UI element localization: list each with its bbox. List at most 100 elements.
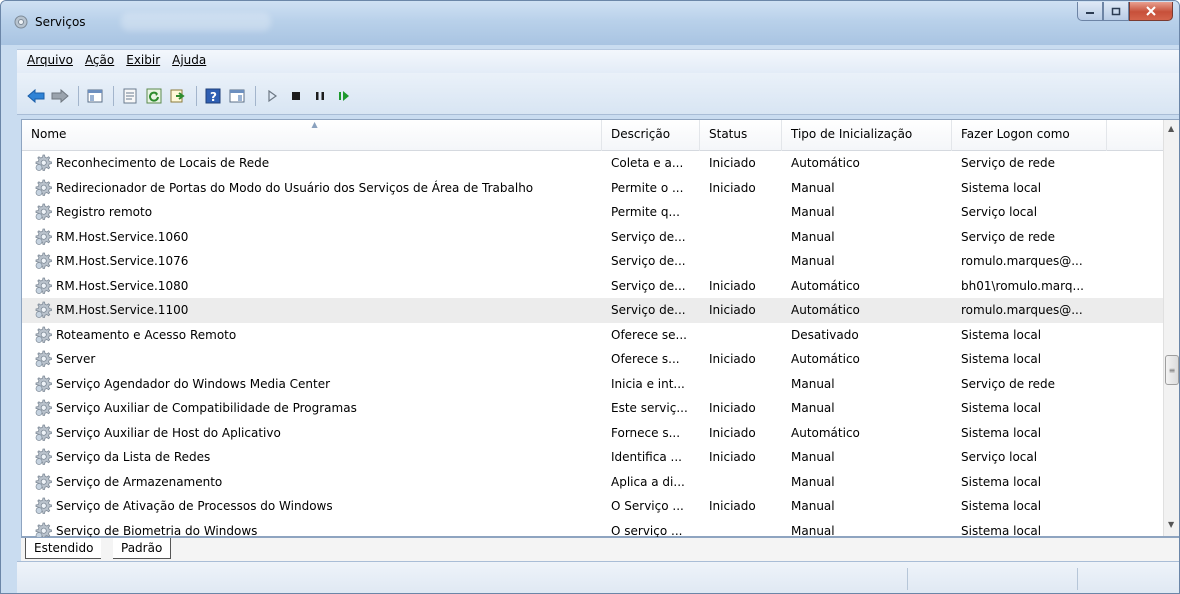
cell-nome: Redirecionador de Portas do Modo do Usuá… (22, 179, 602, 197)
cell-descricao: Permite q... (611, 205, 680, 220)
cell-nome: RM.Host.Service.1080 (22, 277, 602, 295)
show-hide-action-pane-button[interactable] (226, 86, 248, 106)
table-row[interactable]: Roteamento e Acesso Remoto Oferece se... D… (22, 323, 1165, 348)
column-header-status[interactable]: Status (700, 120, 782, 151)
menu-exibir[interactable]: Exibir (120, 51, 166, 71)
table-row[interactable]: Serviço Agendador do Windows Media Cente… (22, 372, 1165, 397)
service-name: Serviço de Armazenamento (56, 474, 223, 489)
cell-descricao: Inicia e int... (611, 376, 685, 391)
status-bar (17, 561, 1179, 593)
view-tabs: Estendido Padrão (21, 537, 1179, 561)
column-header-label: Descrição (611, 127, 671, 141)
service-name: Serviço de Biometria do Windows (56, 523, 258, 538)
table-row[interactable]: Serviço Auxiliar de Host do Aplicativo Fo… (22, 421, 1165, 446)
cell-tipo-inicializacao: Manual (791, 205, 835, 220)
scroll-down-icon[interactable]: ▼ (1168, 520, 1174, 529)
cell-nome: Server (22, 350, 602, 368)
stop-service-button[interactable] (285, 86, 307, 106)
column-header-logon[interactable]: Fazer Logon como (952, 120, 1107, 151)
svg-text:?: ? (210, 90, 217, 104)
pause-service-button[interactable] (309, 86, 331, 106)
column-header-tipo-inicializacao[interactable]: Tipo de Inicialização (782, 120, 952, 151)
cell-logon: Serviço local (961, 450, 1038, 465)
cell-logon: romulo.marques@... (961, 254, 1083, 269)
table-row[interactable]: Server Oferece s... Iniciado Automático Sist… (22, 347, 1165, 372)
cell-status: Iniciado (709, 425, 756, 440)
services-list[interactable]: ▲ Nome Descrição Status Tipo de Iniciali… (21, 119, 1179, 538)
cell-tipo-inicializacao: Manual (791, 450, 835, 465)
column-header-descricao[interactable]: Descrição (602, 120, 700, 151)
cell-nome: RM.Host.Service.1060 (22, 228, 602, 246)
tab-label: Estendido (34, 541, 94, 555)
cell-status: Iniciado (709, 303, 756, 318)
maximize-button[interactable] (1103, 2, 1129, 21)
back-button[interactable] (25, 86, 47, 106)
services-window: Serviços Arquivo Ação Exibir Ajuda ? ▲ N… (0, 0, 1180, 594)
tab-label: Padrão (121, 541, 163, 555)
table-row[interactable]: RM.Host.Service.1080 Serviço de... Iniciad… (22, 274, 1165, 299)
restart-service-button[interactable] (333, 86, 355, 106)
cell-logon: Sistema local (961, 352, 1042, 367)
table-row[interactable]: Reconhecimento de Locais de Rede Coleta e… (22, 151, 1165, 176)
refresh-button[interactable] (143, 86, 165, 106)
table-row[interactable]: RM.Host.Service.1060 Serviço de... Manual S… (22, 225, 1165, 250)
table-row[interactable]: Serviço Auxiliar de Compatibilidade de P… (22, 396, 1165, 421)
table-row[interactable]: Serviço da Lista de Redes Identifica ... I… (22, 445, 1165, 470)
service-name: Server (56, 352, 96, 367)
maximize-icon (1111, 7, 1121, 15)
cell-status: Iniciado (709, 180, 756, 195)
cell-nome: Serviço Auxiliar de Compatibilidade de P… (22, 399, 602, 417)
column-header-label: Nome (31, 127, 67, 141)
scroll-up-icon[interactable]: ▲ (1168, 124, 1174, 133)
cell-logon: bh01\romulo.marq... (961, 278, 1084, 293)
cell-tipo-inicializacao: Manual (791, 401, 835, 416)
toolbar-separator (196, 86, 197, 106)
scrollbar-thumb[interactable]: ≡ (1165, 355, 1179, 385)
help-button[interactable]: ? (202, 86, 224, 106)
cell-descricao: Aplica a di... (611, 474, 685, 489)
table-row[interactable]: Registro remoto Permite q... Manual Serviço… (22, 200, 1165, 225)
column-header: ▲ Nome Descrição Status Tipo de Iniciali… (22, 120, 1165, 151)
start-service-icon (268, 89, 278, 103)
cell-descricao: Serviço de... (611, 278, 686, 293)
start-service-button[interactable] (261, 86, 283, 106)
title-bar[interactable]: Serviços (1, 1, 1179, 45)
table-row[interactable]: Serviço de Biometria do Windows O serviço… (22, 519, 1165, 538)
service-name: Redirecionador de Portas do Modo do Usuá… (56, 180, 534, 195)
close-button[interactable] (1129, 2, 1173, 21)
menu-arquivo[interactable]: Arquivo (21, 51, 79, 71)
cell-nome: Registro remoto (22, 203, 602, 221)
cell-logon: romulo.marques@... (961, 303, 1083, 318)
minimize-button[interactable] (1077, 2, 1103, 21)
column-header-nome[interactable]: ▲ Nome (22, 120, 602, 151)
menu-ajuda[interactable]: Ajuda (166, 51, 212, 71)
export-list-button[interactable] (167, 86, 189, 106)
service-name: RM.Host.Service.1100 (56, 303, 189, 318)
cell-logon: Sistema local (961, 401, 1042, 416)
cell-status: Iniciado (709, 352, 756, 367)
cell-tipo-inicializacao: Automático (791, 156, 860, 171)
column-header-label: Fazer Logon como (961, 127, 1070, 141)
forward-button[interactable] (49, 86, 71, 106)
table-row[interactable]: Serviço de Armazenamento Aplica a di... Ma… (22, 470, 1165, 495)
service-gear-icon (35, 277, 52, 294)
properties-button[interactable] (119, 86, 141, 106)
cell-tipo-inicializacao: Automático (791, 352, 860, 367)
service-gear-icon (35, 522, 52, 538)
service-gear-icon (35, 154, 52, 172)
cell-tipo-inicializacao: Manual (791, 474, 835, 489)
table-row[interactable]: Redirecionador de Portas do Modo do Usuá… (22, 176, 1165, 201)
table-row[interactable]: RM.Host.Service.1100 Serviço de... Iniciad… (22, 298, 1165, 323)
tab-estendido[interactable]: Estendido (25, 538, 102, 559)
cell-nome: Serviço de Ativação de Processos do Wind… (22, 497, 602, 515)
cell-nome: Serviço Agendador do Windows Media Cente… (22, 375, 602, 393)
services-rows: Reconhecimento de Locais de Rede Coleta e… (22, 151, 1165, 538)
table-row[interactable]: RM.Host.Service.1076 Serviço de... Manual r… (22, 249, 1165, 274)
vertical-scrollbar[interactable]: ▲ ≡ ▼ (1163, 120, 1179, 536)
table-row[interactable]: Serviço de Ativação de Processos do Wind… (22, 494, 1165, 519)
toolbar: ? (25, 85, 357, 107)
cell-tipo-inicializacao: Automático (791, 278, 860, 293)
menu-acao[interactable]: Ação (79, 51, 120, 71)
tab-padrao[interactable]: Padrão (113, 538, 172, 559)
show-hide-console-tree-button[interactable] (84, 86, 106, 106)
